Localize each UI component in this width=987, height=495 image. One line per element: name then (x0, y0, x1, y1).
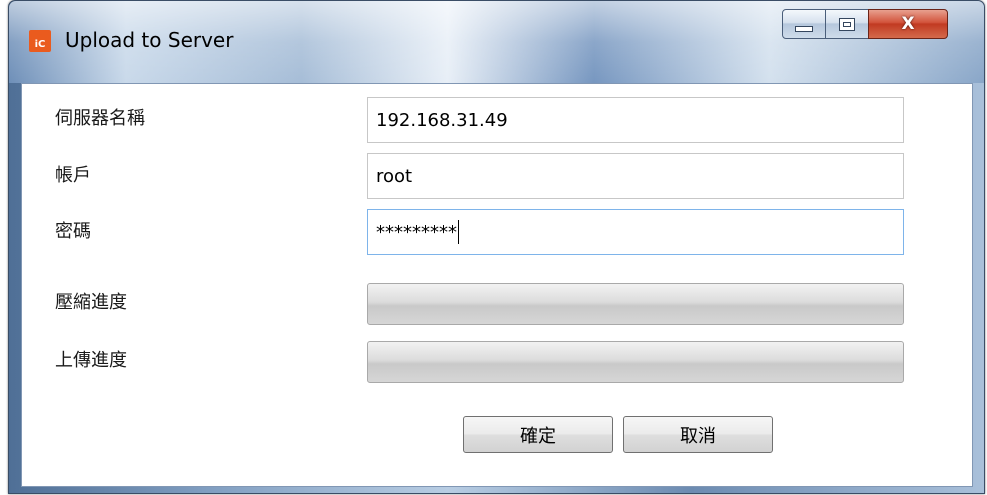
dialog-client-area: 伺服器名稱 192.168.31.49 帳戶 root 密碼 *********… (21, 83, 973, 487)
account-label: 帳戶 (55, 165, 91, 186)
password-label: 密碼 (55, 221, 91, 242)
account-input[interactable]: root (367, 153, 904, 199)
server-name-label: 伺服器名稱 (55, 108, 145, 129)
compress-progress-bar (367, 283, 904, 325)
server-name-input[interactable]: 192.168.31.49 (367, 97, 904, 143)
server-name-value: 192.168.31.49 (376, 109, 508, 131)
password-input[interactable]: ********* (367, 209, 904, 255)
compress-progress-label: 壓縮進度 (55, 292, 127, 313)
ok-button[interactable]: 確定 (463, 416, 613, 453)
close-icon: X (901, 14, 915, 34)
close-button[interactable]: X (868, 9, 948, 39)
app-icon: iC (29, 30, 51, 52)
maximize-icon (839, 17, 855, 31)
text-caret (458, 220, 459, 244)
maximize-button[interactable] (825, 9, 869, 39)
password-value: ********* (376, 221, 457, 243)
title-bar[interactable]: iC Upload to Server X (9, 1, 984, 83)
account-value: root (376, 165, 413, 187)
minimize-button[interactable] (782, 9, 826, 39)
minimize-icon (795, 26, 813, 32)
upload-dialog-window: iC Upload to Server X 伺服器名稱 192.168.31.4… (8, 0, 985, 494)
cancel-button[interactable]: 取消 (623, 416, 773, 453)
window-title: Upload to Server (65, 28, 234, 52)
upload-progress-label: 上傳進度 (55, 350, 127, 371)
upload-progress-bar (367, 341, 904, 383)
